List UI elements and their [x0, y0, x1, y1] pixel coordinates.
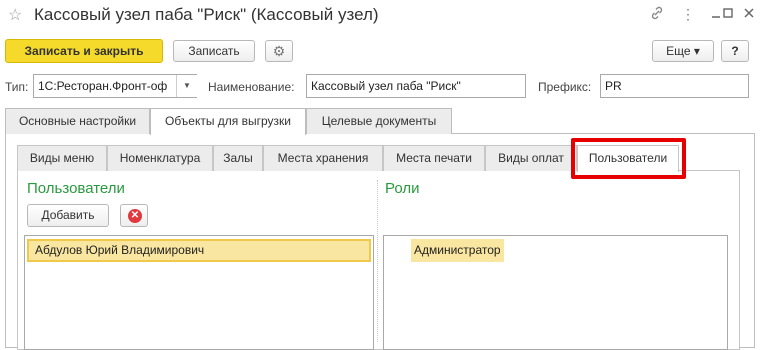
- tab-nomenclature[interactable]: Номенклатура: [107, 145, 213, 171]
- name-field[interactable]: Кассовый узел паба "Риск": [306, 74, 526, 98]
- tab-storage-places[interactable]: Места хранения: [263, 145, 383, 171]
- highlight-frame: [571, 138, 686, 179]
- maximize-icon[interactable]: [720, 6, 736, 22]
- tab-payment-types[interactable]: Виды оплат: [485, 145, 577, 171]
- write-button[interactable]: Записать: [173, 40, 255, 62]
- close-icon[interactable]: [741, 6, 757, 22]
- gear-icon: ⚙: [272, 43, 286, 59]
- help-button[interactable]: ?: [721, 40, 749, 62]
- users-section-title: Пользователи: [27, 180, 125, 197]
- list-item[interactable]: Абдулов Юрий Владимирович: [27, 239, 371, 262]
- list-item[interactable]: Администратор: [411, 239, 504, 262]
- section-divider: [377, 180, 378, 342]
- prefix-label: Префикс:: [538, 80, 592, 94]
- tab-menu-types[interactable]: Виды меню: [17, 145, 107, 171]
- link-icon[interactable]: [649, 6, 665, 22]
- roles-section-title: Роли: [385, 180, 420, 197]
- settings-button[interactable]: ⚙: [265, 40, 293, 62]
- tab-halls[interactable]: Залы: [213, 145, 263, 171]
- remove-user-button[interactable]: ✕: [120, 204, 148, 227]
- name-label: Наименование:: [208, 80, 295, 94]
- tab-target-documents[interactable]: Целевые документы: [306, 108, 452, 134]
- users-list[interactable]: Абдулов Юрий Владимирович: [24, 235, 374, 350]
- remove-icon: ✕: [128, 209, 142, 223]
- type-field[interactable]: 1С:Ресторан.Фронт-оф: [33, 74, 197, 98]
- tab-main-settings[interactable]: Основные настройки: [5, 108, 150, 134]
- more-menu-icon[interactable]: ⋮: [680, 6, 696, 22]
- window-title: Кассовый узел паба "Риск" (Кассовый узел…: [34, 5, 379, 24]
- favorite-star-icon[interactable]: ☆: [8, 6, 22, 26]
- type-label: Тип:: [5, 80, 29, 94]
- write-and-close-button[interactable]: Записать и закрыть: [5, 39, 163, 63]
- roles-list[interactable]: Администратор: [383, 235, 728, 350]
- chevron-down-icon[interactable]: ▼: [176, 75, 197, 97]
- add-user-button[interactable]: Добавить: [27, 204, 109, 227]
- tab-print-places[interactable]: Места печати: [383, 145, 485, 171]
- prefix-field[interactable]: PR: [600, 74, 749, 98]
- more-button[interactable]: Еще ▾: [652, 40, 714, 62]
- tab-export-objects[interactable]: Объекты для выгрузки: [150, 108, 306, 135]
